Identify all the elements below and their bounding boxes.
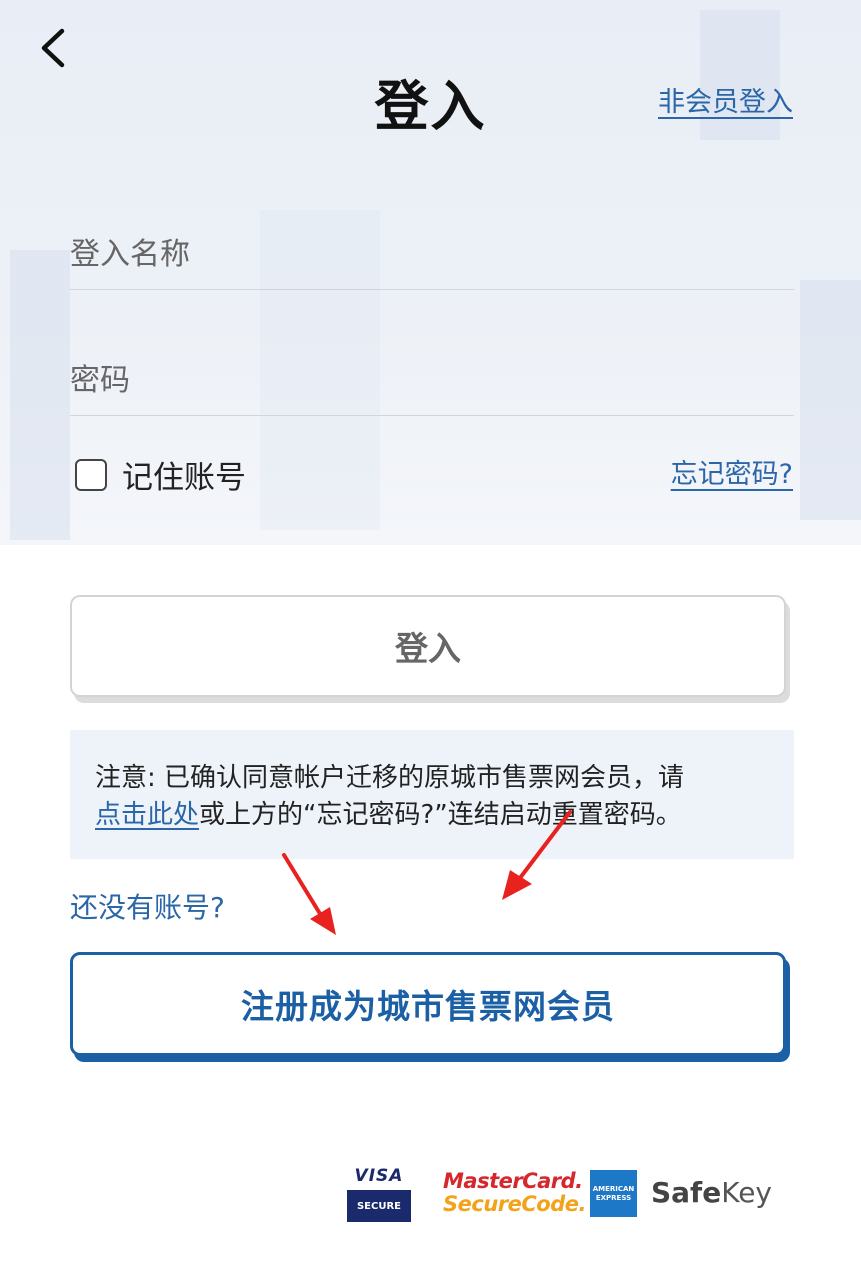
safekey-rest-text: Key: [721, 1176, 772, 1209]
username-field: [70, 220, 794, 290]
securecode-text: SecureCode.: [443, 1192, 586, 1216]
forgot-password-link[interactable]: 忘记密码?: [671, 452, 793, 491]
login-button[interactable]: 登入: [70, 595, 786, 697]
safekey-logo: SafeKey: [651, 1176, 772, 1209]
safekey-bold-text: Safe: [651, 1176, 722, 1209]
click-here-link[interactable]: 点击此处: [95, 800, 199, 830]
amex-line2: EXPRESS: [595, 1193, 632, 1202]
remember-checkbox[interactable]: [75, 458, 107, 491]
amex-line1: AMERICAN: [592, 1184, 635, 1193]
bg-decoration: [800, 280, 861, 520]
visa-secure-text: SECURE: [347, 1190, 411, 1222]
annotation-arrow: [282, 853, 336, 935]
mastercard-text: MasterCard.: [443, 1169, 583, 1193]
notice-box: 注意: 已确认同意帐户迁移的原城市售票网会员，请 点击此处或上方的“忘记密码?”…: [70, 730, 794, 859]
visa-logo-text: VISA: [354, 1166, 404, 1186]
username-input[interactable]: [70, 220, 794, 289]
bg-decoration: [10, 250, 70, 540]
amex-logo: AMERICAN EXPRESS: [590, 1170, 637, 1217]
mastercard-securecode-logo: MasterCard. SecureCode.: [443, 1170, 586, 1216]
register-button[interactable]: 注册成为城市售票网会员: [70, 952, 786, 1056]
no-account-text: 还没有账号?: [70, 891, 225, 924]
notice-text-suffix: 或上方的“忘记密码?”连结启动重置密码。: [199, 800, 682, 830]
notice-text-prefix: 注意: 已确认同意帐户迁移的原城市售票网会员，请: [95, 763, 685, 793]
remember-label: 记住账号: [122, 460, 246, 496]
guest-login-link[interactable]: 非会员登入: [658, 80, 793, 119]
password-input[interactable]: [70, 346, 794, 415]
payment-logos: VISA SECURE MasterCard. SecureCode. AMER…: [347, 1166, 787, 1230]
remember-account[interactable]: 记住账号: [75, 452, 246, 497]
password-field: [70, 346, 794, 416]
visa-secure-logo: VISA SECURE: [347, 1166, 411, 1226]
